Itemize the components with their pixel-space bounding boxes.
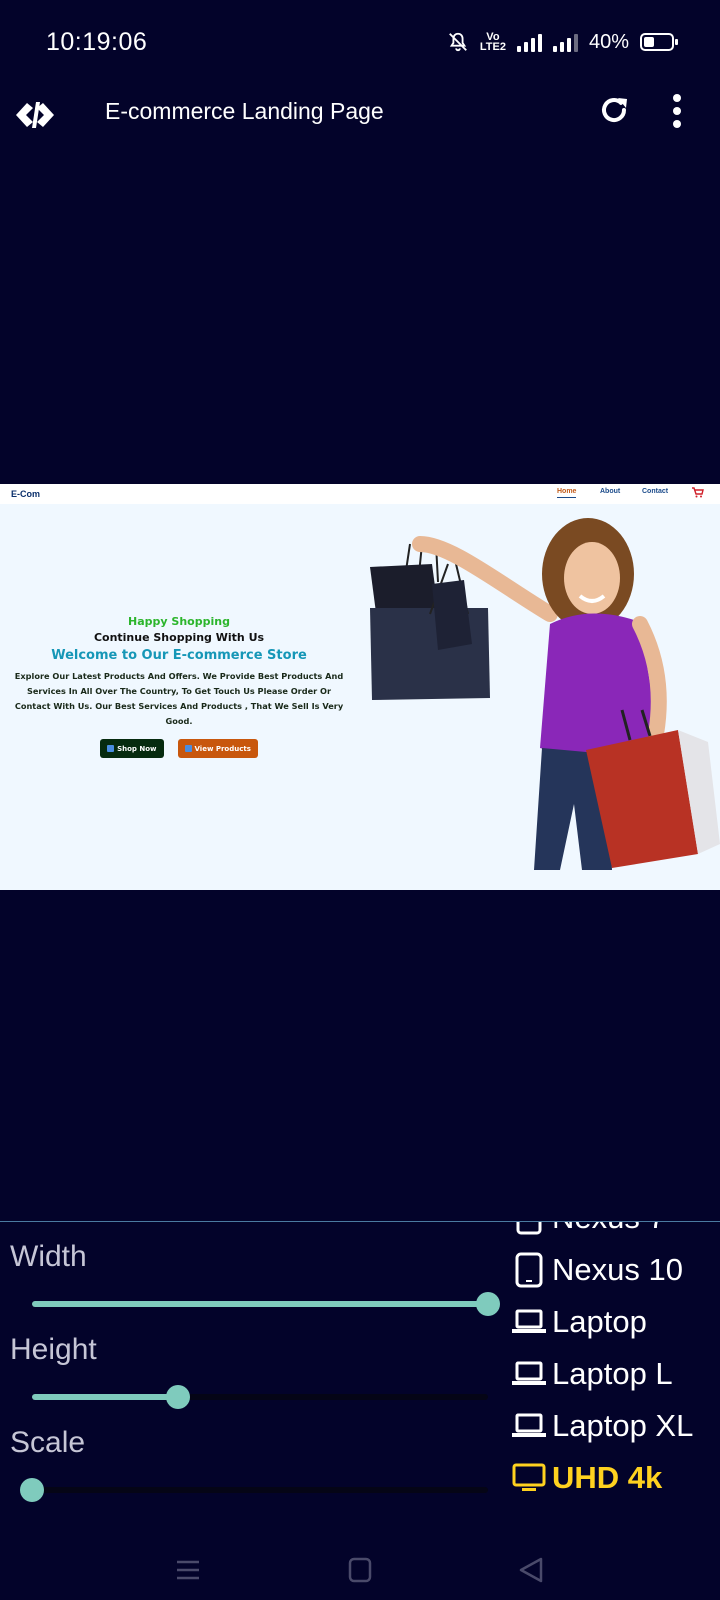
control-panel: Width Height Scale Nexus 7 Nexus 10 Lapt… [0, 1221, 720, 1541]
laptop-icon [512, 1361, 546, 1385]
grid-icon [184, 745, 192, 752]
device-label: Laptop XL [552, 1408, 694, 1443]
nav-link-home[interactable]: Home [557, 488, 577, 498]
cart-icon[interactable] [692, 487, 704, 498]
hero-title: Welcome to Our E-commerce Store [51, 648, 307, 663]
device-nexus-10[interactable]: Nexus 10 [512, 1252, 683, 1288]
scale-slider-thumb[interactable] [20, 1478, 44, 1502]
device-label: Laptop [552, 1304, 647, 1339]
device-label: Nexus 10 [552, 1252, 683, 1287]
back-triangle-icon[interactable] [516, 1555, 546, 1585]
more-vert-icon[interactable] [672, 94, 682, 128]
battery-percent: 40% [588, 30, 629, 53]
width-slider-fill [32, 1301, 488, 1307]
device-laptop[interactable]: Laptop [512, 1304, 647, 1340]
height-slider-fill [32, 1394, 178, 1400]
site-navbar: E-Com Home About Contact [0, 484, 720, 504]
signal-2-icon [552, 32, 578, 52]
hero-buttons: Shop Now View Products [10, 739, 348, 758]
status-icons: Vo LTE2 40% [447, 30, 678, 54]
menu-icon[interactable] [173, 1555, 203, 1585]
refresh-icon[interactable] [596, 92, 632, 128]
device-label: UHD 4k [552, 1460, 663, 1495]
height-label: Height [10, 1333, 97, 1366]
battery-fill [644, 37, 655, 47]
width-slider-thumb[interactable] [476, 1292, 500, 1316]
tablet-icon [515, 1252, 543, 1288]
shop-now-button[interactable]: Shop Now [100, 739, 164, 758]
height-slider[interactable] [32, 1385, 488, 1409]
status-bar: 10:19:06 Vo LTE2 40% [0, 0, 720, 88]
hero-description: Explore Our Latest Products And Offers. … [14, 671, 344, 726]
notifications-off-icon [448, 32, 467, 52]
laptop-icon [512, 1309, 546, 1333]
home-square-icon[interactable] [345, 1555, 375, 1585]
website-preview[interactable]: E-Com Home About Contact Happy Shopping … [0, 484, 720, 890]
app-title: E-commerce Landing Page [105, 98, 384, 124]
bag-icon [107, 745, 115, 752]
device-label: Laptop L [552, 1356, 673, 1391]
width-label: Width [10, 1240, 87, 1273]
volte-icon: Vo LTE2 [479, 31, 506, 53]
device-nexus-7[interactable]: Nexus 7 [512, 1222, 666, 1236]
nav-link-contact[interactable]: Contact [642, 488, 668, 495]
view-products-label: View Products [194, 744, 251, 753]
system-nav-bar [0, 1541, 720, 1600]
scale-slider[interactable] [20, 1478, 488, 1502]
hero-text: Happy Shopping Continue Shopping With Us… [10, 615, 348, 758]
hero-subtitle: Continue Shopping With Us [93, 631, 265, 644]
scale-label: Scale [10, 1426, 86, 1459]
laptop-icon [512, 1413, 546, 1437]
status-clock: 10:19:06 [46, 28, 148, 56]
width-slider[interactable] [32, 1292, 500, 1316]
monitor-icon [512, 1463, 546, 1491]
view-products-button[interactable]: View Products [177, 739, 258, 758]
tablet-icon [516, 1222, 542, 1235]
app-bar: E-commerce Landing Page [0, 88, 720, 154]
height-slider-thumb[interactable] [165, 1385, 190, 1409]
battery-icon [640, 33, 678, 51]
nav-link-about[interactable]: About [600, 488, 620, 495]
shop-now-label: Shop Now [117, 744, 157, 753]
shopping-woman-image [370, 518, 720, 870]
device-laptop-l[interactable]: Laptop L [512, 1356, 673, 1392]
device-uhd-4k[interactable]: UHD 4k [512, 1460, 662, 1496]
device-list: Nexus 7 Nexus 10 Laptop Laptop L Laptop … [512, 1222, 720, 1512]
hero-kicker: Happy Shopping [128, 615, 230, 628]
site-brand[interactable]: E-Com [11, 489, 40, 499]
device-laptop-xl[interactable]: Laptop XL [512, 1408, 693, 1444]
device-label: Nexus 7 [552, 1222, 666, 1236]
signal-icon [516, 32, 542, 52]
code-logo-icon[interactable] [14, 94, 56, 136]
